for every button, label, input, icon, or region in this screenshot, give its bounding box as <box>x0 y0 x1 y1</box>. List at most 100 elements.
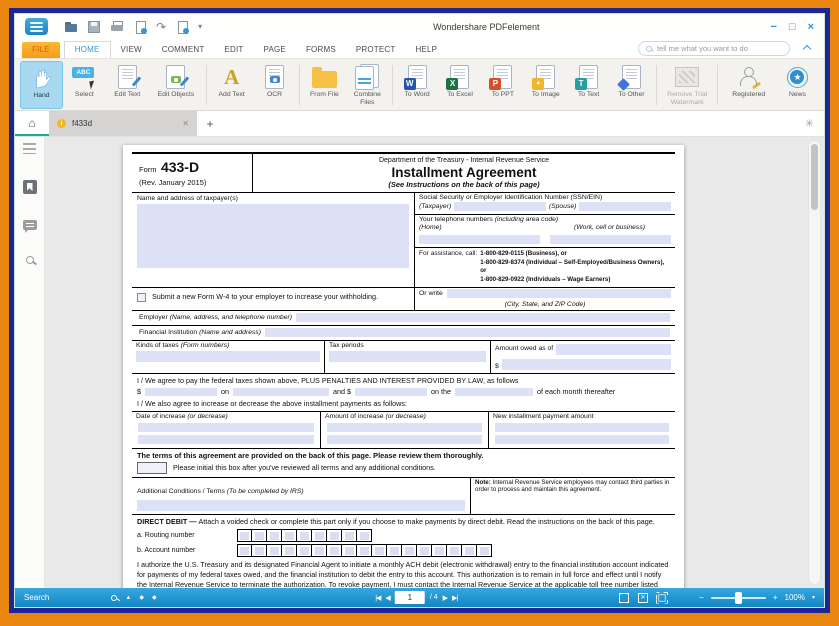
routing-digit-box[interactable] <box>357 529 372 542</box>
zoom-slider-thumb[interactable] <box>735 592 742 604</box>
print-icon[interactable] <box>110 20 124 34</box>
menu-forms[interactable]: FORMS <box>296 42 346 58</box>
edit-text-button[interactable]: Edit Text <box>106 61 149 109</box>
help-search-box[interactable] <box>638 41 790 56</box>
routing-digit-box[interactable] <box>267 529 282 542</box>
additional-conditions-field[interactable] <box>137 500 465 511</box>
next-page-icon[interactable]: ▶ <box>443 594 447 602</box>
from-file-button[interactable]: From File <box>303 61 346 109</box>
kinds-field[interactable] <box>136 351 320 362</box>
account-digit-box[interactable] <box>447 544 462 557</box>
gear-icon[interactable]: ✳ <box>805 117 814 130</box>
menu-file[interactable]: FILE <box>22 42 60 58</box>
routing-digit-box[interactable] <box>282 529 297 542</box>
app-menu-button[interactable] <box>25 18 48 35</box>
amount-increase-field-2[interactable] <box>327 435 482 444</box>
zoom-slider[interactable] <box>711 597 766 599</box>
single-page-view-icon[interactable] <box>619 593 629 603</box>
snapshot-icon[interactable] <box>175 20 189 34</box>
work-phone-field[interactable] <box>550 235 671 244</box>
menu-protect[interactable]: PROTECT <box>346 42 406 58</box>
account-digit-box[interactable] <box>387 544 402 557</box>
status-search-icon[interactable] <box>111 595 117 601</box>
news-button[interactable]: ★ News <box>776 61 819 109</box>
last-page-icon[interactable]: ▶| <box>452 594 457 602</box>
payment-amount2-field[interactable] <box>355 388 427 396</box>
routing-digit-box[interactable] <box>312 529 327 542</box>
account-digit-box[interactable] <box>462 544 477 557</box>
first-page-icon[interactable]: |◀ <box>375 594 380 602</box>
to-text-button[interactable]: T To Text <box>567 61 610 109</box>
account-digit-box[interactable] <box>312 544 327 557</box>
document-tab[interactable]: i f433d ✕ <box>49 111 197 136</box>
routing-digit-box[interactable] <box>327 529 342 542</box>
export-icon[interactable] <box>133 20 147 34</box>
routing-digit-box[interactable] <box>252 529 267 542</box>
routing-digit-box[interactable] <box>342 529 357 542</box>
payment-day-field[interactable] <box>455 388 533 396</box>
menu-view[interactable]: VIEW <box>111 42 152 58</box>
payment-date-field[interactable] <box>233 388 329 396</box>
minimize-button[interactable]: − <box>770 21 776 33</box>
new-amount-field-1[interactable] <box>495 423 669 432</box>
taxpayer-ssn-field[interactable] <box>454 202 546 211</box>
to-image-button[interactable]: ▴ To Image <box>524 61 567 109</box>
account-digit-box[interactable] <box>297 544 312 557</box>
search-next-icon[interactable]: ◆ <box>152 594 157 601</box>
to-ppt-button[interactable]: P To PPT <box>481 61 524 109</box>
payment-amount-field[interactable] <box>145 388 217 396</box>
spouse-ssn-field[interactable] <box>579 202 671 211</box>
amount-date-field[interactable] <box>556 344 671 355</box>
zoom-dropdown-icon[interactable]: ▾ <box>812 594 815 601</box>
zoom-out-icon[interactable]: − <box>699 593 704 602</box>
home-tab-button[interactable]: ⌂ <box>15 111 49 136</box>
account-digit-box[interactable] <box>357 544 372 557</box>
save-icon[interactable] <box>87 20 101 34</box>
prev-page-icon[interactable]: ◀ <box>385 594 389 602</box>
employer-field[interactable] <box>296 313 670 322</box>
tab-close-icon[interactable]: ✕ <box>182 119 189 128</box>
financial-field[interactable] <box>265 328 670 337</box>
to-excel-button[interactable]: X To Excel <box>439 61 482 109</box>
add-text-button[interactable]: A Add Text <box>210 61 253 109</box>
current-page-input[interactable]: 1 <box>395 591 425 604</box>
new-tab-button[interactable]: + <box>197 111 223 136</box>
maximize-button[interactable]: □ <box>789 21 796 33</box>
fit-page-view-icon[interactable] <box>638 593 648 603</box>
menu-edit[interactable]: EDIT <box>215 42 254 58</box>
amount-increase-field-1[interactable] <box>327 423 482 432</box>
fit-width-view-icon[interactable] <box>657 593 667 603</box>
date-increase-field-1[interactable] <box>138 423 314 432</box>
account-digit-box[interactable] <box>237 544 252 557</box>
to-word-button[interactable]: W To Word <box>396 61 439 109</box>
scrollbar-thumb[interactable] <box>811 144 818 210</box>
to-other-button[interactable]: To Other <box>610 61 653 109</box>
status-search-label[interactable]: Search <box>24 593 49 602</box>
ocr-button[interactable]: OCR <box>253 61 296 109</box>
menu-page[interactable]: PAGE <box>254 42 296 58</box>
account-digit-box[interactable] <box>267 544 282 557</box>
vertical-scrollbar[interactable] <box>808 140 821 585</box>
date-increase-field-2[interactable] <box>138 435 314 444</box>
close-button[interactable]: × <box>808 21 814 33</box>
initial-box[interactable] <box>137 462 167 474</box>
account-digit-box[interactable] <box>417 544 432 557</box>
name-address-field[interactable] <box>137 204 409 268</box>
collapse-ribbon-icon[interactable] <box>803 45 811 53</box>
help-search-input[interactable] <box>657 44 782 53</box>
thumbnail-panel-icon[interactable] <box>23 143 36 154</box>
account-digit-box[interactable] <box>252 544 267 557</box>
bookmark-panel-icon[interactable] <box>23 180 37 194</box>
orwrite-field[interactable] <box>447 289 671 298</box>
routing-digit-box[interactable] <box>237 529 252 542</box>
hand-tool-button[interactable]: Hand <box>20 61 63 109</box>
search-prev-icon[interactable]: ◆ <box>139 594 144 601</box>
amount-owed-field[interactable] <box>502 359 671 370</box>
open-file-icon[interactable] <box>64 20 78 34</box>
account-digit-box[interactable] <box>372 544 387 557</box>
menu-home[interactable]: HOME <box>64 41 111 58</box>
search-up-icon[interactable]: ▲ <box>125 595 131 601</box>
remove-watermark-button[interactable]: Remove Trial Watermark <box>660 61 715 109</box>
account-digit-box[interactable] <box>282 544 297 557</box>
account-digit-box[interactable] <box>432 544 447 557</box>
